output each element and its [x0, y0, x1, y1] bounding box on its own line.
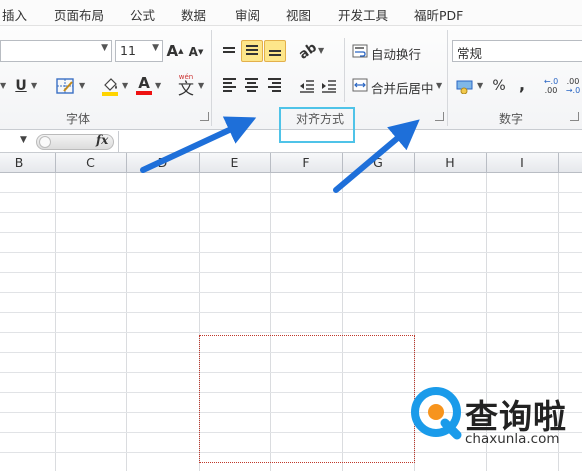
watermark-logo-icon: [411, 387, 462, 440]
watermark-url: chaxunla.com: [465, 431, 560, 447]
arrow-to-launcher-right: [333, 119, 420, 193]
arrow-to-launcher-left: [140, 116, 257, 173]
